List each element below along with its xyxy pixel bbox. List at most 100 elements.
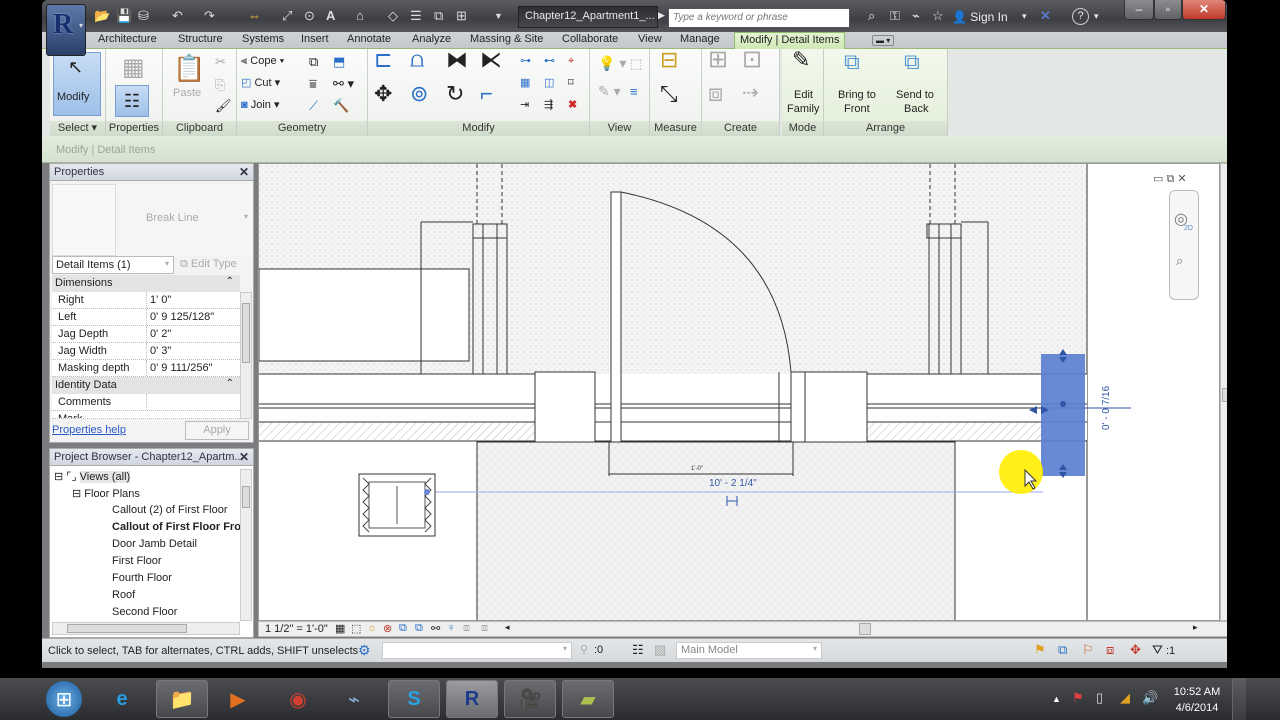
visual-style-icon[interactable]: ⬚ [351,622,361,635]
worksets-icon[interactable]: ⚙ [358,642,371,659]
trim-extend-single-icon[interactable]: ⇥ [520,99,529,112]
help-icon[interactable]: ? [1072,8,1089,25]
close-hidden-icon[interactable]: ⧉ [434,8,443,24]
close-button[interactable]: ✕ [1182,0,1226,20]
send-to-back-button[interactable]: ⧉ Send to Back [888,49,946,119]
scroll-thumb[interactable] [242,486,250,508]
edit-family-button[interactable]: ✎ Edit Family [782,49,824,119]
switch-windows-icon[interactable]: ⊞ [456,8,467,24]
demolish-icon[interactable]: ⩸ [309,77,317,90]
trim-extend-multiple-icon[interactable]: ⇶ [544,99,553,112]
property-row[interactable]: Right 1' 0" [52,292,240,309]
file-explorer-icon[interactable]: 📁 [156,680,208,718]
remove-paint-icon[interactable]: 🔨 [333,99,349,112]
temp-hide-icon[interactable]: ⚯ [431,622,440,635]
property-value[interactable]: 0' 3" [146,343,171,359]
property-value[interactable]: 1' 0" [146,292,171,308]
tab-architecture[interactable]: Architecture [98,33,157,45]
close-icon[interactable]: ✕ [239,450,249,464]
mirror-draw-axis-icon[interactable]: ⧔ [480,49,502,71]
group-identity-data[interactable]: Identity Data ⌃ [52,377,240,394]
drag-elements-icon[interactable]: ✥ [1130,642,1141,658]
exchange-apps-icon[interactable]: ✕ [1040,8,1051,24]
modify-button[interactable]: ↖ Modify [53,52,101,116]
type-properties-icon[interactable]: ▦ [122,53,145,82]
measure-icon[interactable]: ⇔ [248,8,261,24]
override-graphics-icon[interactable]: ⬚ [630,57,642,70]
tree-item[interactable]: Callout of First Floor Fro [112,521,241,533]
drawing-svg[interactable]: 1'-0" 10' - 2 1/4" 0' - 0 7/16 [259,164,1220,621]
linework-icon[interactable]: ⟋ [309,99,318,112]
scroll-thumb[interactable] [242,303,250,363]
tab-insert[interactable]: Insert [301,33,329,45]
design-options-icon[interactable]: ☷ [632,642,644,658]
tab-view[interactable]: View [638,33,662,45]
property-value[interactable]: 0' 9 111/256" [146,360,212,376]
exclude-options-icon[interactable]: ▨ [654,642,666,658]
property-value[interactable]: 0' 9 125/128" [146,309,214,325]
media-player-icon[interactable]: ▶ [212,680,264,718]
create-similar-icon[interactable]: ⇢ [742,83,759,103]
sun-path-icon[interactable]: ☼ [367,622,377,634]
minimize-view-icon[interactable]: ▭ [1153,173,1163,185]
canvas-vscrollbar[interactable] [1220,163,1227,621]
paint-icon[interactable]: ⚯ ▾ [333,77,354,90]
apply-button[interactable]: Apply [185,421,249,440]
thin-lines-view-icon[interactable]: ≡ [630,85,638,98]
measure-between-icon[interactable]: ⊟ [660,49,678,71]
subscription-key-icon[interactable]: ⚿ [890,8,900,24]
tab-collaborate[interactable]: Collaborate [562,33,618,45]
tree-group-floor-plans[interactable]: ⊟ Floor Plans [72,487,140,500]
property-row[interactable]: Jag Depth 0' 2" [52,326,240,343]
property-row[interactable]: Masking depth 0' 9 111/256" [52,360,240,377]
tab-structure[interactable]: Structure [178,33,223,45]
network-icon[interactable]: ◢ [1120,690,1130,706]
tree-item[interactable]: Roof [112,589,135,601]
cut-geometry-button[interactable]: ◰ Cut ▾ [241,77,280,90]
help-dropdown-icon[interactable]: ▾ [1094,11,1099,22]
array-icon[interactable]: ▦ [520,77,530,90]
aligned-dimension-icon[interactable]: ⤢ [282,8,292,24]
hide-in-view-icon[interactable]: 💡 ▾ [598,56,626,70]
aligned-dimension-ribbon-icon[interactable]: ⤡ [660,83,678,105]
pin-icon[interactable]: ⌑ [568,77,574,90]
delete-icon[interactable]: ✖ [568,99,577,112]
linework-view-icon[interactable]: ✎ ▾ [598,84,621,98]
align-icon[interactable]: ⊏ [374,49,392,71]
save-icon[interactable]: 💾 [116,8,132,24]
instance-filter-dropdown[interactable]: Detail Items (1) ▾ [52,256,174,274]
restore-view-icon[interactable]: ⧉ [1166,173,1174,185]
open-icon[interactable]: 📂 [94,8,110,24]
workset-dropdown[interactable]: ▾ [382,642,572,659]
show-crop-icon[interactable]: ⧉ [415,622,423,635]
section-icon[interactable]: ◇ [388,8,398,24]
tree-item[interactable]: Fourth Floor [112,572,172,584]
minimize-ribbon-icon[interactable]: ▬ ▾ [872,35,895,46]
mirror-pick-axis-icon[interactable]: ⧓ [446,49,468,71]
trim-extend-corner-icon[interactable]: ⌐ [480,83,493,105]
property-value[interactable] [146,394,150,410]
tab-manage[interactable]: Manage [680,33,720,45]
3d-view-icon[interactable]: ⌂ [356,8,364,24]
paste-icon[interactable]: 📋 [173,53,205,84]
application-menu-button[interactable]: R ▾ [46,4,86,56]
collapse-icon[interactable]: ⊟ [72,488,81,500]
group-dimensions[interactable]: Dimensions ⌃ [52,275,240,292]
notes-icon[interactable]: ▰ [562,680,614,718]
split-element-icon[interactable]: ⊶ [520,55,531,68]
match-properties-icon[interactable]: 🖌 [215,99,232,112]
tab-analyze[interactable]: Analyze [412,33,451,45]
select-by-face-icon[interactable]: ⧈ [1106,642,1114,658]
minimize-button[interactable]: – [1124,0,1154,20]
crop-view-icon[interactable]: ⧉ [399,622,407,635]
create-assembly-icon[interactable]: ⊞ [708,48,728,72]
select-panel-label[interactable]: Select ▾ [50,121,105,136]
join-button[interactable]: ◙ Join ▾ [241,99,279,112]
scroll-right-icon[interactable]: ▸ [1193,622,1198,633]
browser-hscrollbar[interactable] [52,622,240,635]
copy-element-icon[interactable]: ⊚ [410,83,428,105]
show-desktop-button[interactable] [1232,678,1246,720]
action-center-icon[interactable]: ⚑ [1072,690,1084,706]
tree-item[interactable]: Callout (2) of First Floor [112,504,228,516]
show-hidden-icons[interactable]: ▲ [1052,694,1061,704]
